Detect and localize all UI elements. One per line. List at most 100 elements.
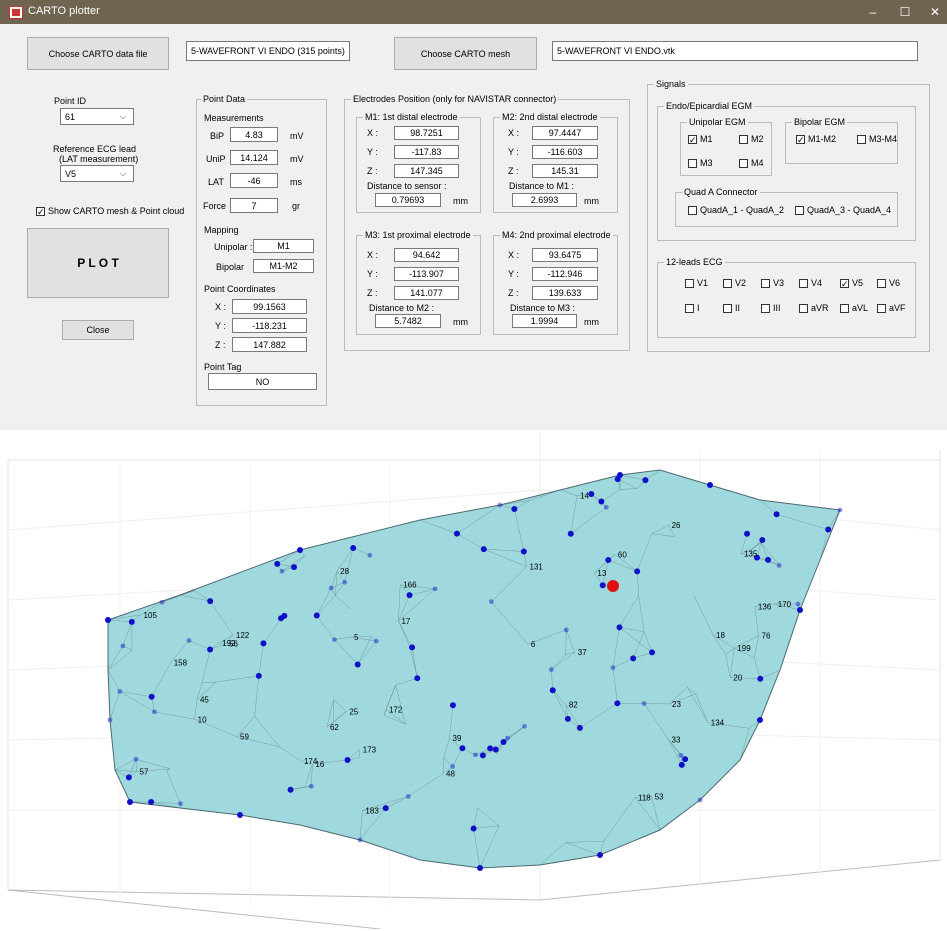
lead-avl-checkbox[interactable]: aVL xyxy=(840,303,868,313)
point-label: 105 xyxy=(144,611,158,620)
coord-x-field[interactable]: 99.1563 xyxy=(232,299,307,314)
point-label: 158 xyxy=(174,659,188,668)
mesh-plot[interactable]: 2313517017259192166606237517313433174136… xyxy=(0,430,947,929)
point-label: 118 xyxy=(638,793,651,802)
unip-unit: mV xyxy=(290,154,304,164)
point-label: 134 xyxy=(711,719,725,728)
m2-z-label: Z : xyxy=(508,166,519,176)
force-field[interactable]: 7 xyxy=(230,198,278,213)
lead-label: aVR xyxy=(811,303,829,313)
lead-v4-checkbox[interactable]: V4 xyxy=(799,278,822,288)
lead-i-checkbox[interactable]: I xyxy=(685,303,700,313)
choose-mesh-button[interactable]: Choose CARTO mesh xyxy=(394,37,537,70)
m4-x-field[interactable]: 93.6475 xyxy=(532,248,598,262)
data-file-field[interactable]: 5-WAVEFRONT VI ENDO (315 points) xyxy=(186,41,350,61)
m1-y-field[interactable]: -117.83 xyxy=(394,145,459,159)
data-point xyxy=(568,531,574,537)
close-button[interactable]: Close xyxy=(62,320,134,340)
endo-title: Endo/Epicardial EGM xyxy=(664,101,754,111)
lead-avr-checkbox[interactable]: aVR xyxy=(799,303,829,313)
data-point xyxy=(634,568,640,574)
m2-dist-field[interactable]: 2.6993 xyxy=(512,193,577,207)
data-point xyxy=(630,655,636,661)
point-label: 17 xyxy=(401,617,410,626)
coord-z-field[interactable]: 147.882 xyxy=(232,337,307,352)
m3-z-label: Z : xyxy=(367,288,378,298)
electrodes-title: Electrodes Position (only for NAVISTAR c… xyxy=(351,94,558,104)
coord-y-field[interactable]: -118.231 xyxy=(232,318,307,333)
data-point xyxy=(407,592,413,598)
bip-field[interactable]: 4.83 xyxy=(230,127,278,142)
data-point xyxy=(838,508,843,513)
data-point xyxy=(471,826,477,832)
close-window-button[interactable]: ✕ xyxy=(917,0,947,24)
m3-y-field[interactable]: -113.907 xyxy=(394,267,459,281)
checkbox-box xyxy=(795,206,804,215)
lead-ii-checkbox[interactable]: II xyxy=(723,303,740,313)
m1-dist-unit: mm xyxy=(453,196,468,206)
plot-area[interactable]: 2313517017259192166606237517313433174136… xyxy=(0,430,947,929)
quad1-checkbox[interactable]: QuadA_1 - QuadA_2 xyxy=(688,205,784,215)
m3-checkbox[interactable]: M3 xyxy=(688,158,713,168)
m4-dist-label: Distance to M3 : xyxy=(510,303,575,313)
lead-v5-checkbox[interactable]: ✓V5 xyxy=(840,278,863,288)
m4-checkbox[interactable]: M4 xyxy=(739,158,764,168)
m1-checkbox[interactable]: ✓M1 xyxy=(688,134,713,144)
lead-v6-checkbox[interactable]: V6 xyxy=(877,278,900,288)
data-point xyxy=(796,602,801,607)
data-point xyxy=(511,506,517,512)
lead-iii-checkbox[interactable]: III xyxy=(761,303,781,313)
point-id-value: 61 xyxy=(65,112,75,122)
point-label: 26 xyxy=(672,521,681,530)
lead-label: V6 xyxy=(889,278,900,288)
data-point xyxy=(600,582,606,588)
m2-dist-label: Distance to M1 : xyxy=(509,181,574,191)
data-point xyxy=(757,676,763,682)
m2-x-field[interactable]: 97.4447 xyxy=(532,126,598,140)
m3-z-field[interactable]: 141.077 xyxy=(394,286,459,300)
quad2-checkbox[interactable]: QuadA_3 - QuadA_4 xyxy=(795,205,891,215)
point-id-dropdown[interactable]: 61 ⌵ xyxy=(60,108,134,125)
m3m4-checkbox[interactable]: M3-M4 xyxy=(857,134,897,144)
m1-dist-field[interactable]: 0.79693 xyxy=(375,193,441,207)
m1m2-checkbox[interactable]: ✓M1-M2 xyxy=(796,134,836,144)
m1-x-field[interactable]: 98.7251 xyxy=(394,126,459,140)
data-point xyxy=(406,794,411,799)
show-mesh-checkbox[interactable]: ✓ Show CARTO mesh & Point cloud xyxy=(36,206,184,216)
minimize-button[interactable]: – xyxy=(855,0,891,24)
point-tag-field[interactable]: NO xyxy=(208,373,317,390)
data-point xyxy=(477,865,483,871)
ref-ecg-dropdown[interactable]: V5 ⌵ xyxy=(60,165,134,182)
lat-field[interactable]: -46 xyxy=(230,173,278,188)
m1-z-field[interactable]: 147.345 xyxy=(394,164,459,178)
m1m2-label: M1-M2 xyxy=(808,134,836,144)
data-point xyxy=(207,598,213,604)
checkbox-box xyxy=(761,279,770,288)
checkbox-box xyxy=(840,304,849,313)
chevron-down-icon: ⌵ xyxy=(120,112,130,122)
m3-dist-field[interactable]: 5.7482 xyxy=(375,314,441,328)
lead-label: I xyxy=(697,303,700,313)
lead-v2-checkbox[interactable]: V2 xyxy=(723,278,746,288)
show-mesh-label: Show CARTO mesh & Point cloud xyxy=(48,206,184,216)
choose-data-file-button[interactable]: Choose CARTO data file xyxy=(27,37,169,70)
m2-z-field[interactable]: 145.31 xyxy=(532,164,598,178)
m4-z-field[interactable]: 139.633 xyxy=(532,286,598,300)
lead-v1-checkbox[interactable]: V1 xyxy=(685,278,708,288)
m4-y-field[interactable]: -112.946 xyxy=(532,267,598,281)
lead-v3-checkbox[interactable]: V3 xyxy=(761,278,784,288)
point-label: 135 xyxy=(744,550,758,559)
m3-x-field[interactable]: 94.642 xyxy=(394,248,459,262)
data-point xyxy=(280,569,285,574)
lead-avf-checkbox[interactable]: aVF xyxy=(877,303,906,313)
m4-dist-field[interactable]: 1.9994 xyxy=(512,314,577,328)
unip-field[interactable]: 14.124 xyxy=(230,150,278,165)
plot-button[interactable]: P L O T xyxy=(27,228,169,298)
mesh-file-field[interactable]: 5-WAVEFRONT VI ENDO.vtk xyxy=(552,41,918,61)
m2-y-field[interactable]: -116.603 xyxy=(532,145,598,159)
unipolar-field[interactable]: M1 xyxy=(253,239,314,253)
data-point xyxy=(588,491,594,497)
bipolar-field[interactable]: M1-M2 xyxy=(253,259,314,273)
m2-checkbox[interactable]: M2 xyxy=(739,134,764,144)
mapping-label: Mapping xyxy=(204,225,239,235)
